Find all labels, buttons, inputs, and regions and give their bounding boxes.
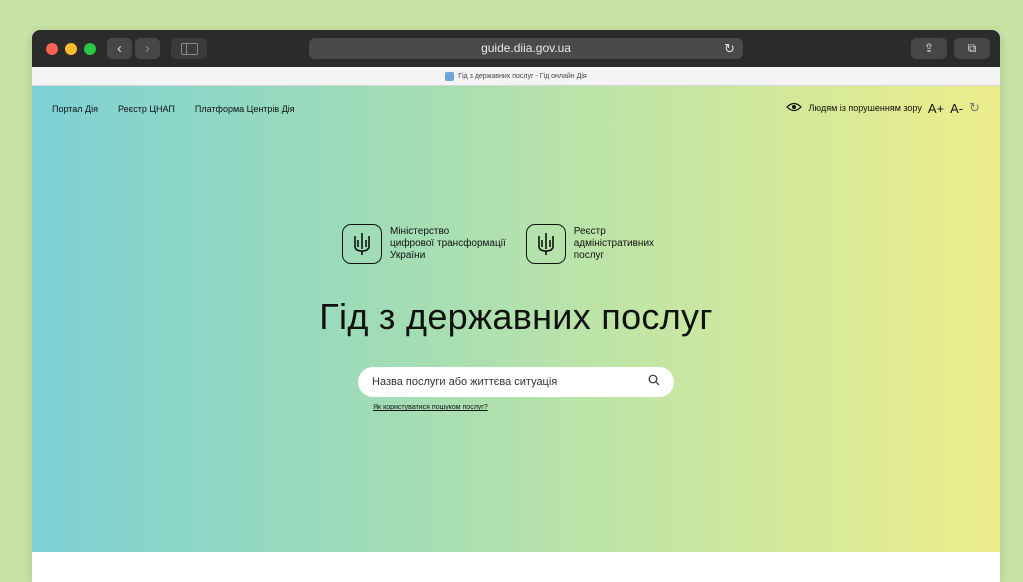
tabs-icon: ⧉: [967, 41, 977, 55]
browser-titlebar: ‹ › guide.diia.gov.ua ↻ ⇪ ⧉: [32, 30, 1000, 67]
page-title: Гід з державних послуг: [319, 296, 713, 337]
trident-icon: [525, 224, 566, 264]
reload-icon[interactable]: ↻: [724, 38, 735, 59]
tab-title: Гід з державних послуг - Гід онлайн Дія: [458, 72, 587, 80]
url-text: guide.diia.gov.ua: [481, 41, 571, 55]
browser-window: ‹ › guide.diia.gov.ua ↻ ⇪ ⧉ Гід з держав…: [32, 30, 1000, 582]
registry-name: Реєстр адміністративних послуг: [573, 226, 655, 261]
sidebar-icon: [181, 43, 198, 55]
minimize-window-button[interactable]: [65, 43, 77, 55]
sidebar-toggle-button[interactable]: [171, 38, 207, 59]
accessibility-link[interactable]: Людям із порушенням зору: [808, 103, 921, 113]
search-icon[interactable]: [648, 373, 660, 391]
forward-button[interactable]: ›: [135, 38, 160, 59]
search-input[interactable]: Назва послуги або життєва ситуація: [358, 367, 674, 397]
font-increase-button[interactable]: A+: [928, 101, 944, 116]
trident-icon: [342, 224, 382, 264]
maximize-window-button[interactable]: [84, 43, 96, 55]
registry-logo[interactable]: Реєстр адміністративних послуг: [525, 224, 655, 264]
tabs-overview-button[interactable]: ⧉: [954, 38, 990, 59]
search-help-link[interactable]: Як користуватися пошуком послуг?: [373, 404, 488, 411]
nav-link-platform[interactable]: Платформа Центрів Дія: [195, 104, 295, 114]
eye-icon[interactable]: [786, 102, 803, 115]
share-icon: ⇪: [923, 41, 935, 55]
back-button[interactable]: ‹: [107, 38, 132, 59]
logos: Міністерство цифрової трансформації Укра…: [342, 224, 654, 264]
accessibility-controls: Людям із порушенням зору A+ A- ↻: [786, 100, 980, 116]
content-area: [32, 552, 1000, 582]
font-decrease-button[interactable]: A-: [950, 101, 963, 116]
reset-font-icon[interactable]: ↻: [969, 100, 980, 116]
tab-bar[interactable]: Гід з державних послуг - Гід онлайн Дія: [32, 67, 1000, 86]
hero-section: Портал Дія Реєстр ЦНАП Платформа Центрів…: [32, 86, 1000, 552]
ministry-logo[interactable]: Міністерство цифрової трансформації Укра…: [342, 224, 506, 264]
address-bar[interactable]: guide.diia.gov.ua ↻: [309, 38, 743, 59]
top-nav: Портал Дія Реєстр ЦНАП Платформа Центрів…: [52, 104, 295, 114]
close-window-button[interactable]: [46, 43, 58, 55]
favicon-icon: [445, 71, 455, 81]
chevron-right-icon: ›: [145, 40, 150, 57]
search-placeholder: Назва послуги або життєва ситуація: [372, 376, 558, 388]
ministry-name: Міністерство цифрової трансформації Укра…: [390, 226, 506, 261]
share-button[interactable]: ⇪: [911, 38, 947, 59]
nav-link-registry[interactable]: Реєстр ЦНАП: [118, 104, 175, 114]
chevron-left-icon: ‹: [117, 40, 122, 57]
nav-link-portal[interactable]: Портал Дія: [52, 104, 98, 114]
